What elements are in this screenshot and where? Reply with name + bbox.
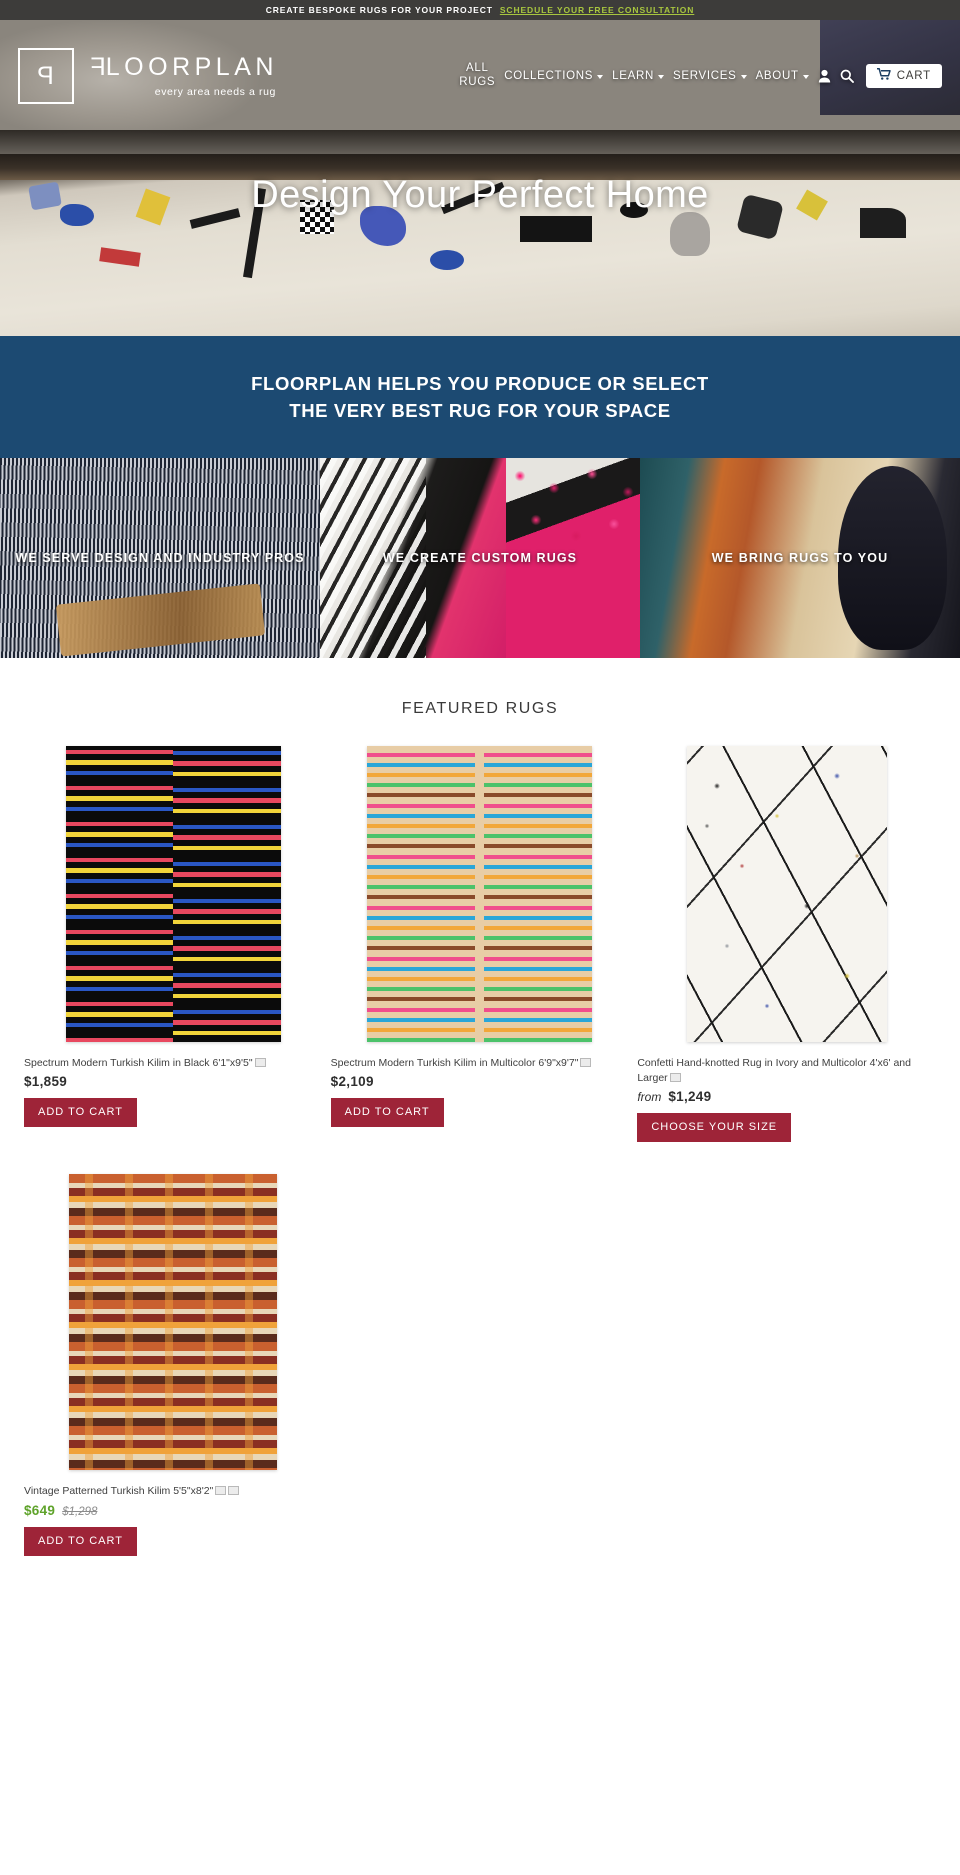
nav-item-about[interactable]: ABOUT bbox=[756, 70, 809, 82]
site-logo[interactable]: P FLOORPLAN every area needs a rug bbox=[18, 48, 278, 104]
chevron-down-icon bbox=[597, 75, 604, 79]
nav-collections-label: COLLECTIONS bbox=[504, 70, 594, 82]
hd-badge-icon-secondary bbox=[228, 1486, 240, 1496]
product-sale-price: $649 bbox=[24, 1502, 56, 1518]
product-title[interactable]: Spectrum Modern Turkish Kilim in Black 6… bbox=[24, 1056, 323, 1071]
chevron-down-icon bbox=[802, 75, 809, 79]
product-card: Vintage Patterned Turkish Kilim 5'5"x8'2… bbox=[24, 1172, 323, 1556]
product-title-text: Vintage Patterned Turkish Kilim 5'5"x8'2… bbox=[24, 1485, 214, 1498]
chevron-down-icon bbox=[658, 75, 664, 79]
nav-item-collections[interactable]: COLLECTIONS bbox=[504, 70, 604, 82]
logo-name: FLOORPLAN bbox=[86, 52, 278, 81]
hd-badge-icon bbox=[215, 1486, 227, 1496]
account-icon[interactable] bbox=[818, 69, 831, 83]
rug-motif bbox=[99, 247, 141, 267]
nav-services-label: SERVICES bbox=[673, 70, 737, 82]
product-card: Spectrum Modern Turkish Kilim in Multico… bbox=[330, 744, 630, 1142]
product-image[interactable] bbox=[24, 744, 323, 1044]
cart-icon bbox=[876, 67, 891, 85]
value-proposition-band: FLOORPLAN HELPS YOU PRODUCE OR SELECT TH… bbox=[0, 336, 960, 458]
band-line-2: THE VERY BEST RUG FOR YOUR SPACE bbox=[289, 399, 671, 421]
band-line-1: FLOORPLAN HELPS YOU PRODUCE OR SELECT bbox=[251, 372, 709, 394]
cart-label: CART bbox=[896, 70, 931, 82]
site-header: P FLOORPLAN every area needs a rug ALL R… bbox=[0, 40, 960, 112]
product-image[interactable] bbox=[637, 744, 936, 1044]
product-title[interactable]: Spectrum Modern Turkish Kilim in Multico… bbox=[331, 1056, 630, 1071]
product-title-text: Spectrum Modern Turkish Kilim in Multico… bbox=[330, 1057, 579, 1069]
tile-custom-rugs[interactable]: WE CREATE CUSTOM RUGS bbox=[320, 458, 640, 658]
product-image[interactable] bbox=[24, 1172, 323, 1472]
product-price-prefix: from bbox=[637, 1090, 662, 1105]
tile-label: WE SERVE DESIGN AND INDUSTRY PROS bbox=[15, 550, 305, 565]
nav-all-rugs-line2: RUGS bbox=[459, 76, 496, 88]
hd-badge-icon bbox=[254, 1057, 266, 1067]
hd-badge-icon bbox=[580, 1057, 592, 1067]
cart-button[interactable]: CART bbox=[865, 64, 942, 88]
hero-title: Design Your Perfect Home bbox=[251, 174, 709, 216]
logo-mark-icon: P bbox=[18, 48, 74, 104]
rug-motif bbox=[520, 216, 592, 242]
consultation-link[interactable]: SCHEDULE YOUR FREE CONSULTATION bbox=[500, 5, 694, 15]
product-price-row: from $1,249 bbox=[637, 1089, 936, 1104]
product-card: Confetti Hand-knotted Rug in Ivory and M… bbox=[637, 744, 936, 1143]
product-title-text: Spectrum Modern Turkish Kilim in Black 6… bbox=[24, 1057, 253, 1069]
logo-name-flip: F bbox=[86, 52, 106, 81]
nav-item-all-rugs[interactable]: ALL RUGS bbox=[459, 62, 495, 90]
rug-thumbnail-spectrum-black bbox=[65, 746, 281, 1042]
product-price-row: $649 $1,298 bbox=[24, 1503, 323, 1518]
tile-design-industry-pros[interactable]: WE SERVE DESIGN AND INDUSTRY PROS bbox=[0, 458, 320, 658]
hd-badge-icon bbox=[669, 1072, 681, 1082]
add-to-cart-button[interactable]: ADD TO CART bbox=[24, 1526, 137, 1556]
product-price-row: $1,859 bbox=[24, 1074, 323, 1089]
tile-bring-rugs-to-you[interactable]: WE BRING RUGS TO YOU bbox=[640, 458, 960, 658]
featured-products-grid: Spectrum Modern Turkish Kilim in Black 6… bbox=[0, 744, 960, 1556]
choose-your-size-button[interactable]: CHOOSE YOUR SIZE bbox=[637, 1113, 792, 1143]
chevron-down-icon bbox=[740, 75, 747, 79]
product-price-row: $2,109 bbox=[331, 1074, 630, 1089]
product-price: $1,249 bbox=[668, 1089, 712, 1105]
tile-label: WE CREATE CUSTOM RUGS bbox=[382, 550, 578, 565]
logo-tagline: every area needs a rug bbox=[154, 85, 276, 98]
product-image[interactable] bbox=[331, 744, 630, 1044]
featured-rugs-heading: FEATURED RUGS bbox=[401, 700, 559, 717]
hero-section: Design Your Perfect Home P FLOORPLAN eve… bbox=[0, 20, 960, 336]
rug-thumbnail-confetti bbox=[686, 746, 887, 1042]
product-title[interactable]: Vintage Patterned Turkish Kilim 5'5"x8'2… bbox=[24, 1484, 323, 1499]
product-title[interactable]: Confetti Hand-knotted Rug in Ivory and M… bbox=[637, 1056, 936, 1086]
search-icon[interactable] bbox=[840, 69, 854, 83]
product-price: $2,109 bbox=[330, 1074, 374, 1090]
product-card: Spectrum Modern Turkish Kilim in Black 6… bbox=[24, 744, 323, 1142]
rug-motif bbox=[670, 212, 710, 256]
product-price: $1,859 bbox=[24, 1074, 68, 1090]
tile-label: WE BRING RUGS TO YOU bbox=[711, 550, 889, 565]
add-to-cart-button[interactable]: ADD TO CART bbox=[330, 1098, 444, 1128]
product-original-price: $1,298 bbox=[62, 1505, 98, 1518]
announcement-bar: CREATE BESPOKE RUGS FOR YOUR PROJECT SCH… bbox=[0, 0, 960, 20]
nav-all-rugs-line1: ALL bbox=[465, 62, 489, 75]
logo-name-rest: LOORPLAN bbox=[105, 52, 278, 81]
main-navigation: ALL RUGS COLLECTIONS LEARN SERVICES ABOU… bbox=[459, 62, 942, 90]
rug-thumbnail-vintage-kilim bbox=[69, 1174, 278, 1471]
category-tiles: WE SERVE DESIGN AND INDUSTRY PROS WE CRE… bbox=[0, 458, 960, 658]
rug-motif bbox=[430, 250, 464, 270]
logo-wordmark: FLOORPLAN every area needs a rug bbox=[86, 52, 278, 98]
rug-thumbnail-spectrum-multicolor bbox=[367, 746, 593, 1042]
nav-item-services[interactable]: SERVICES bbox=[673, 70, 747, 82]
nav-learn-label: LEARN bbox=[612, 70, 654, 82]
announcement-text: CREATE BESPOKE RUGS FOR YOUR PROJECT bbox=[265, 5, 493, 15]
nav-about-label: ABOUT bbox=[755, 70, 799, 82]
logo-mark-letter: P bbox=[38, 61, 54, 90]
add-to-cart-button[interactable]: ADD TO CART bbox=[24, 1098, 137, 1128]
nav-item-learn[interactable]: LEARN bbox=[612, 70, 664, 82]
